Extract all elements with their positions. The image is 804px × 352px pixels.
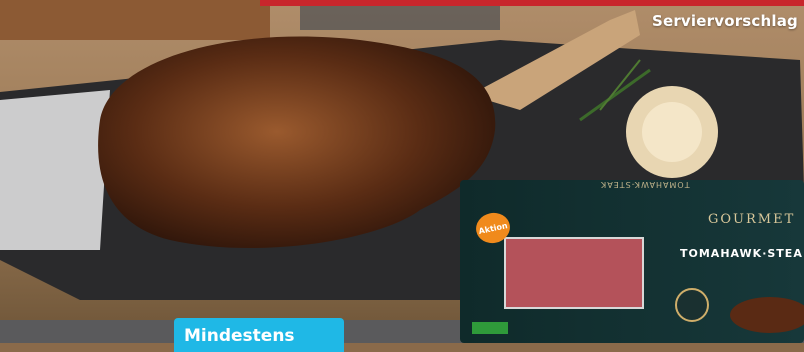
package-brand: GOURMET xyxy=(708,212,796,227)
package-top-title: TOMAHAWK-STEAK xyxy=(600,180,690,189)
promo-badge: Mindestens xyxy=(174,318,344,352)
food-photo xyxy=(0,0,804,343)
package-title: TOMAHAWK·STEA xyxy=(680,247,803,260)
serving-suggestion-caption: Serviervorschlag xyxy=(651,12,798,30)
